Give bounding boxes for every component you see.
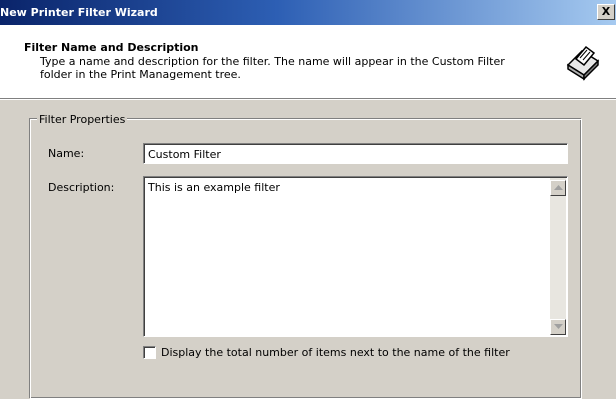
name-label: Name: — [48, 147, 85, 160]
arrow-down-icon — [554, 324, 563, 329]
page-subtitle: Type a name and description for the filt… — [40, 55, 505, 81]
close-button[interactable]: X — [597, 4, 615, 20]
name-field[interactable]: Custom Filter — [143, 143, 568, 164]
scroll-up-button[interactable] — [550, 180, 566, 196]
description-label: Description: — [48, 181, 115, 194]
group-label: Filter Properties — [37, 113, 128, 126]
title-bar: New Printer Filter Wizard X — [0, 0, 616, 25]
page-title: Filter Name and Description — [24, 41, 199, 54]
printer-icon — [566, 45, 600, 81]
display-count-checkbox[interactable] — [143, 346, 156, 359]
scroll-down-button[interactable] — [550, 319, 566, 335]
name-field-value: Custom Filter — [148, 148, 221, 161]
window-title: New Printer Filter Wizard — [0, 6, 158, 19]
display-count-label[interactable]: Display the total number of items next t… — [161, 346, 510, 359]
header-divider-highlight — [0, 99, 616, 100]
arrow-up-icon — [554, 185, 563, 190]
wizard-header: Filter Name and Description Type a name … — [0, 25, 616, 98]
description-scrollbar[interactable] — [550, 178, 566, 335]
description-field-value: This is an example filter — [148, 181, 280, 194]
description-field[interactable]: This is an example filter — [143, 176, 568, 337]
